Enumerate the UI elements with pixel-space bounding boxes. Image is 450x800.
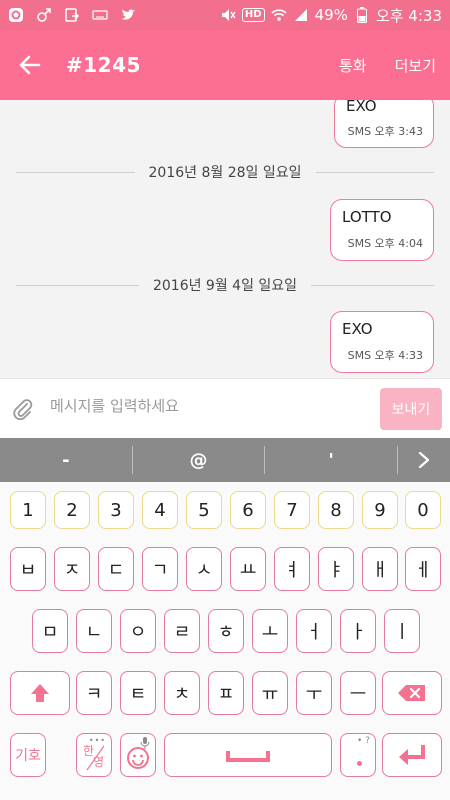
battery-percent: 49% <box>314 6 348 24</box>
symbols-label: 기호 <box>15 748 41 764</box>
key-2[interactable]: 2 <box>54 491 90 529</box>
paperclip-icon <box>13 398 33 420</box>
punctuation-hint-icon: • ? <box>357 736 370 746</box>
key-0[interactable]: 0 <box>405 491 441 529</box>
language-key[interactable]: ••• 한 영 <box>76 733 112 777</box>
message-text: EXO <box>346 100 377 115</box>
key-3[interactable]: 3 <box>98 491 134 529</box>
key-yeo[interactable]: ㅕ <box>274 547 310 591</box>
suggestion-strip: - @ ' <box>0 438 450 482</box>
key-chieut[interactable]: ㅊ <box>164 671 200 715</box>
suggestion-at[interactable]: @ <box>133 438 265 482</box>
space-key[interactable] <box>164 733 332 777</box>
key-digeut[interactable]: ㄷ <box>98 547 134 591</box>
mic-icon <box>140 737 150 749</box>
hd-badge: HD <box>241 8 265 22</box>
message-text: LOTTO <box>342 208 392 226</box>
key-yo[interactable]: ㅛ <box>230 547 266 591</box>
space-icon <box>226 751 270 762</box>
shift-key[interactable] <box>10 671 70 715</box>
key-pieup[interactable]: ㅍ <box>208 671 244 715</box>
key-1[interactable]: 1 <box>10 491 46 529</box>
key-i[interactable]: ㅣ <box>384 609 420 653</box>
message-meta: SMS 오후 3:43 <box>347 125 423 138</box>
attach-button[interactable] <box>0 379 46 439</box>
battery-icon <box>354 7 370 23</box>
message-meta: SMS 오후 4:33 <box>347 349 423 362</box>
date-label: 2016년 8월 28일 일요일 <box>148 165 302 181</box>
mute-icon <box>220 7 236 23</box>
send-button[interactable]: 보내기 <box>380 387 442 430</box>
symbols-key[interactable]: 기호 <box>10 733 46 777</box>
clock: 오후 4:33 <box>375 6 442 25</box>
male-icon <box>36 7 52 23</box>
key-ae[interactable]: ㅐ <box>362 547 398 591</box>
call-button[interactable]: 통화 <box>325 30 381 100</box>
shift-arrow-icon <box>31 684 49 702</box>
message-input[interactable]: 메시지를 입력하세요 <box>46 395 380 416</box>
smiley-icon <box>127 747 149 769</box>
key-yu[interactable]: ㅠ <box>252 671 288 715</box>
key-rieul[interactable]: ㄹ <box>164 609 200 653</box>
suggestion-apostrophe[interactable]: ' <box>265 438 397 482</box>
emoji-key[interactable] <box>120 733 156 777</box>
key-u[interactable]: ㅜ <box>296 671 332 715</box>
backspace-key[interactable] <box>382 671 442 715</box>
message-list[interactable]: EXO SMS 오후 3:43 2016년 8월 28일 일요일 LOTTO S… <box>0 100 450 378</box>
key-hieut[interactable]: ㅎ <box>208 609 244 653</box>
key-jieut[interactable]: ㅈ <box>54 547 90 591</box>
key-a[interactable]: ㅏ <box>340 609 376 653</box>
key-7[interactable]: 7 <box>274 491 310 529</box>
period-icon <box>357 761 362 766</box>
chevron-right-icon <box>418 451 430 469</box>
message-meta: SMS 오후 4:04 <box>347 237 423 250</box>
backspace-icon <box>398 685 425 701</box>
key-4[interactable]: 4 <box>142 491 178 529</box>
key-kieuk[interactable]: ㅋ <box>76 671 112 715</box>
back-button[interactable] <box>0 30 60 100</box>
key-5[interactable]: 5 <box>186 491 222 529</box>
key-6[interactable]: 6 <box>230 491 266 529</box>
more-button[interactable]: 더보기 <box>381 30 450 100</box>
key-mieum[interactable]: ㅁ <box>32 609 68 653</box>
wifi-icon <box>271 7 287 23</box>
message-bubble[interactable]: EXO SMS 오후 3:43 <box>334 100 434 148</box>
message-bubble[interactable]: LOTTO SMS 오후 4:04 <box>330 199 434 261</box>
key-o[interactable]: ㅗ <box>252 609 288 653</box>
lang-english: 영 <box>92 755 104 769</box>
keyboard: 1 2 3 4 5 6 7 8 9 0 ㅂ ㅈ ㄷ ㄱ ㅅ ㅛ ㅕ ㅑ ㅐ ㅔ … <box>0 482 450 800</box>
punctuation-key[interactable]: • ? <box>340 733 376 777</box>
message-bubble[interactable]: EXO SMS 오후 4:33 <box>330 311 434 373</box>
message-text: EXO <box>342 320 373 338</box>
date-separator: 2016년 9월 4일 일요일 <box>16 275 435 295</box>
key-siot[interactable]: ㅅ <box>186 547 222 591</box>
key-tieut[interactable]: ㅌ <box>120 671 156 715</box>
key-8[interactable]: 8 <box>318 491 354 529</box>
key-eu[interactable]: ㅡ <box>340 671 376 715</box>
key-ya[interactable]: ㅑ <box>318 547 354 591</box>
key-nieun[interactable]: ㄴ <box>76 609 112 653</box>
enter-key[interactable] <box>382 733 442 777</box>
app-bar: #1245 통화 더보기 <box>0 30 450 100</box>
app-o-icon <box>8 7 24 23</box>
twitter-icon <box>120 7 136 23</box>
composer: 메시지를 입력하세요 보내기 <box>0 378 450 438</box>
key-ieung[interactable]: ㅇ <box>120 609 156 653</box>
date-separator: 2016년 8월 28일 일요일 <box>16 162 435 182</box>
signal-icon <box>293 7 309 23</box>
screen-icon <box>64 7 80 23</box>
expand-suggestions-button[interactable] <box>398 438 450 482</box>
suggestion-dash[interactable]: - <box>0 438 132 482</box>
key-9[interactable]: 9 <box>362 491 398 529</box>
keyboard-icon <box>92 7 108 23</box>
conversation-title: #1245 <box>66 53 141 77</box>
status-bar: HD 49% 오후 4:33 <box>0 0 450 30</box>
key-e[interactable]: ㅔ <box>405 547 441 591</box>
key-bieup[interactable]: ㅂ <box>10 547 46 591</box>
date-label: 2016년 9월 4일 일요일 <box>152 278 298 294</box>
key-eo[interactable]: ㅓ <box>296 609 332 653</box>
key-giyeok[interactable]: ㄱ <box>142 547 178 591</box>
enter-icon <box>399 745 425 765</box>
back-arrow-icon <box>19 55 41 75</box>
